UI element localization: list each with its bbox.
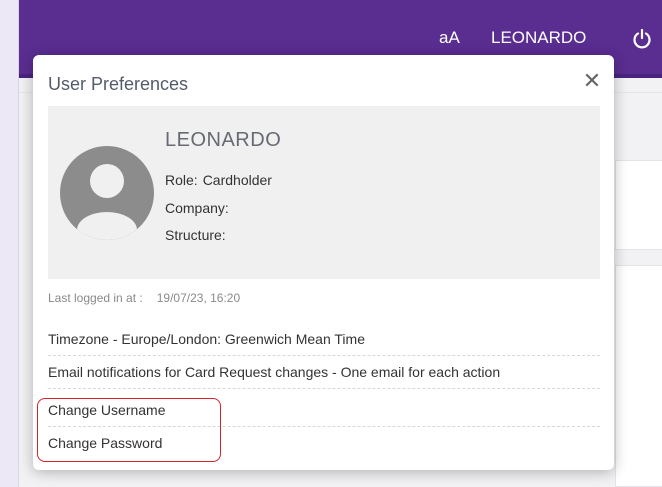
company-row: Company: [165,200,234,216]
power-icon[interactable] [631,28,653,50]
screen: aA LEONARDO User Preferences ✕ LEONARDO … [0,0,662,487]
company-label: Company: [165,200,229,216]
last-login-value: 19/07/23, 16:20 [156,291,241,305]
user-silhouette-icon [60,146,154,240]
role-row: Role: Cardholder [165,172,272,188]
role-value: Cardholder [202,172,272,188]
last-login-label: Last logged in at : [48,291,143,305]
background-card [615,265,662,487]
change-password-link[interactable]: Change Password [48,427,600,460]
font-size-button[interactable]: aA [439,28,460,48]
profile-name: LEONARDO [165,129,282,151]
last-login-info: Last logged in at : 19/07/23, 16:20 [48,291,240,305]
email-notifications-preference[interactable]: Email notifications for Card Request cha… [48,356,600,389]
avatar [60,146,154,240]
timezone-preference[interactable]: Timezone - Europe/London: Greenwich Mean… [48,323,600,356]
background-card [615,160,662,250]
close-icon[interactable]: ✕ [581,69,603,93]
structure-label: Structure: [165,227,226,243]
modal-title: User Preferences [48,74,189,94]
role-label: Role: [165,172,198,188]
change-username-link[interactable]: Change Username [48,394,600,427]
user-preferences-modal: User Preferences ✕ LEONARDO Role: Cardhol… [33,55,614,470]
user-menu-name[interactable]: LEONARDO [491,28,586,48]
structure-row: Structure: [165,227,231,243]
profile-panel: LEONARDO Role: Cardholder Company: Struct… [48,106,600,279]
